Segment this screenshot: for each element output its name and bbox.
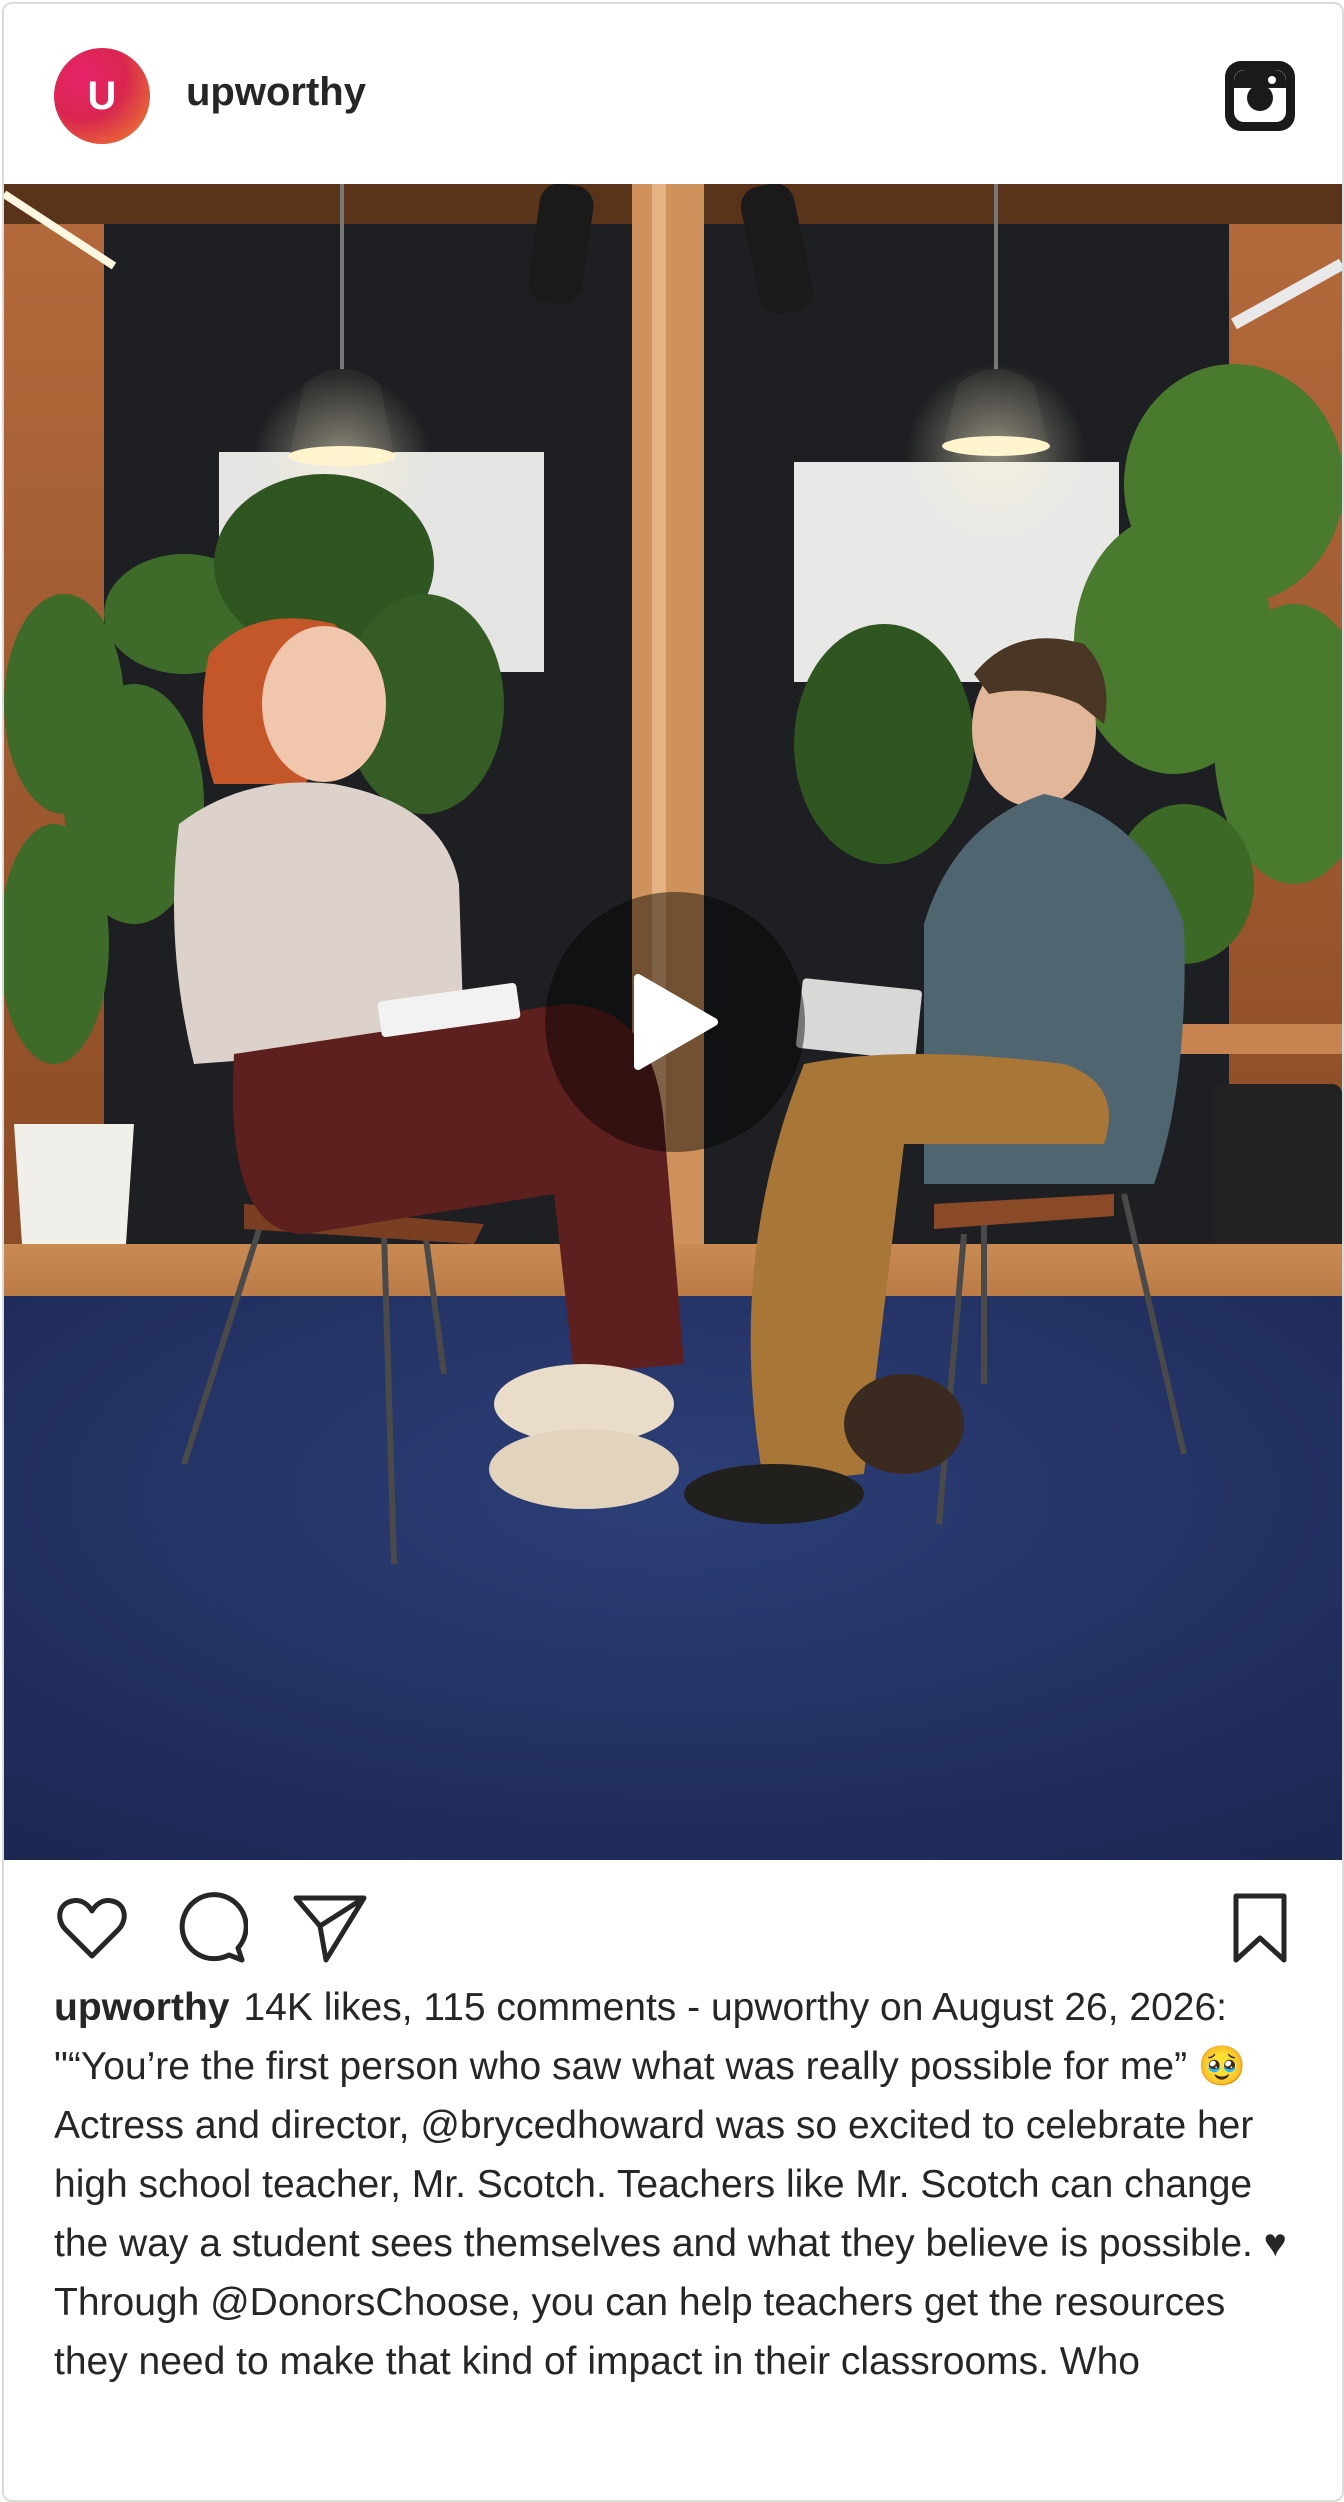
post-caption: upworthy 14K likes, 115 comments - upwort… [54, 1978, 1304, 2391]
caption-text: 14K likes, 115 comments - upworthy on Au… [54, 1986, 1287, 2383]
send-icon[interactable] [292, 1890, 368, 1966]
post-header: U upworthy [4, 4, 1342, 184]
comment-icon[interactable] [172, 1890, 249, 1966]
instagram-post-card: U upworthy upworthy 14K likes, 115 comme… [2, 2, 1344, 2502]
instagram-logo-icon[interactable] [1222, 58, 1298, 134]
play-icon [634, 974, 718, 1070]
bookmark-icon[interactable] [1222, 1890, 1298, 1966]
heart-icon[interactable] [54, 1890, 130, 1966]
post-video[interactable] [4, 184, 1342, 1860]
post-username[interactable]: upworthy [186, 70, 366, 115]
avatar-letter: U [87, 73, 117, 118]
play-button[interactable] [545, 892, 805, 1152]
avatar[interactable]: U [54, 48, 150, 144]
caption-username[interactable]: upworthy [54, 1986, 229, 2029]
post-actions [4, 1860, 1342, 1980]
